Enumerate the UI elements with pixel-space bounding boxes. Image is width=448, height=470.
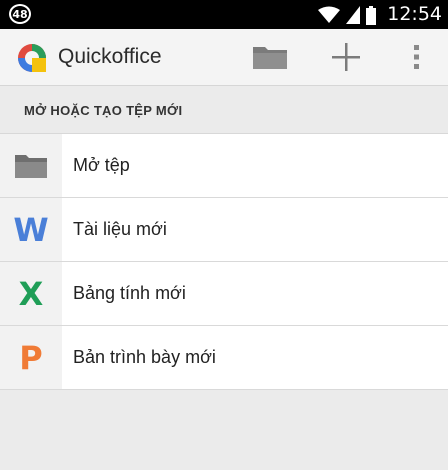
wifi-icon xyxy=(318,6,340,23)
section-title: MỞ HOẶC TẠO TỆP MỚI xyxy=(24,103,183,118)
status-icons xyxy=(318,5,376,25)
clock: 12:54 xyxy=(387,3,442,25)
folder-icon xyxy=(15,154,47,178)
item-label: Mở tệp xyxy=(73,155,130,175)
signal-icon xyxy=(346,6,360,24)
quickoffice-logo-icon[interactable] xyxy=(16,42,48,74)
list-item-new-document[interactable]: W Tài liệu mới xyxy=(0,198,448,262)
status-bar: 48 12:54 xyxy=(0,0,448,29)
app-bar: Quickoffice xyxy=(0,29,448,86)
notification-count-badge: 48 xyxy=(9,4,31,24)
open-folder-button[interactable] xyxy=(250,39,290,75)
word-icon: W xyxy=(13,210,49,249)
battery-icon xyxy=(366,5,376,25)
presentation-icon: P xyxy=(19,338,43,377)
section-header: MỞ HOẶC TẠO TỆP MỚI xyxy=(0,86,448,134)
icon-cell: X xyxy=(0,262,62,325)
spreadsheet-icon: X xyxy=(18,274,44,313)
folder-icon xyxy=(253,47,287,69)
item-label: Tài liệu mới xyxy=(73,219,167,239)
plus-icon xyxy=(332,43,360,71)
item-label: Bảng tính mới xyxy=(73,283,186,303)
list-item-new-presentation[interactable]: P Bản trình bày mới xyxy=(0,326,448,390)
icon-cell xyxy=(0,134,62,197)
app-title: Quickoffice xyxy=(58,45,162,68)
item-label: Bản trình bày mới xyxy=(73,347,216,367)
list-item-open-file[interactable]: Mở tệp xyxy=(0,134,448,198)
overflow-menu-button[interactable] xyxy=(404,39,428,75)
icon-cell: P xyxy=(0,326,62,389)
new-button[interactable] xyxy=(328,39,364,75)
action-list: Mở tệp W Tài liệu mới X Bảng tính mới P … xyxy=(0,134,448,390)
icon-cell: W xyxy=(0,198,62,261)
list-item-new-spreadsheet[interactable]: X Bảng tính mới xyxy=(0,262,448,326)
more-vert-icon xyxy=(414,45,419,69)
